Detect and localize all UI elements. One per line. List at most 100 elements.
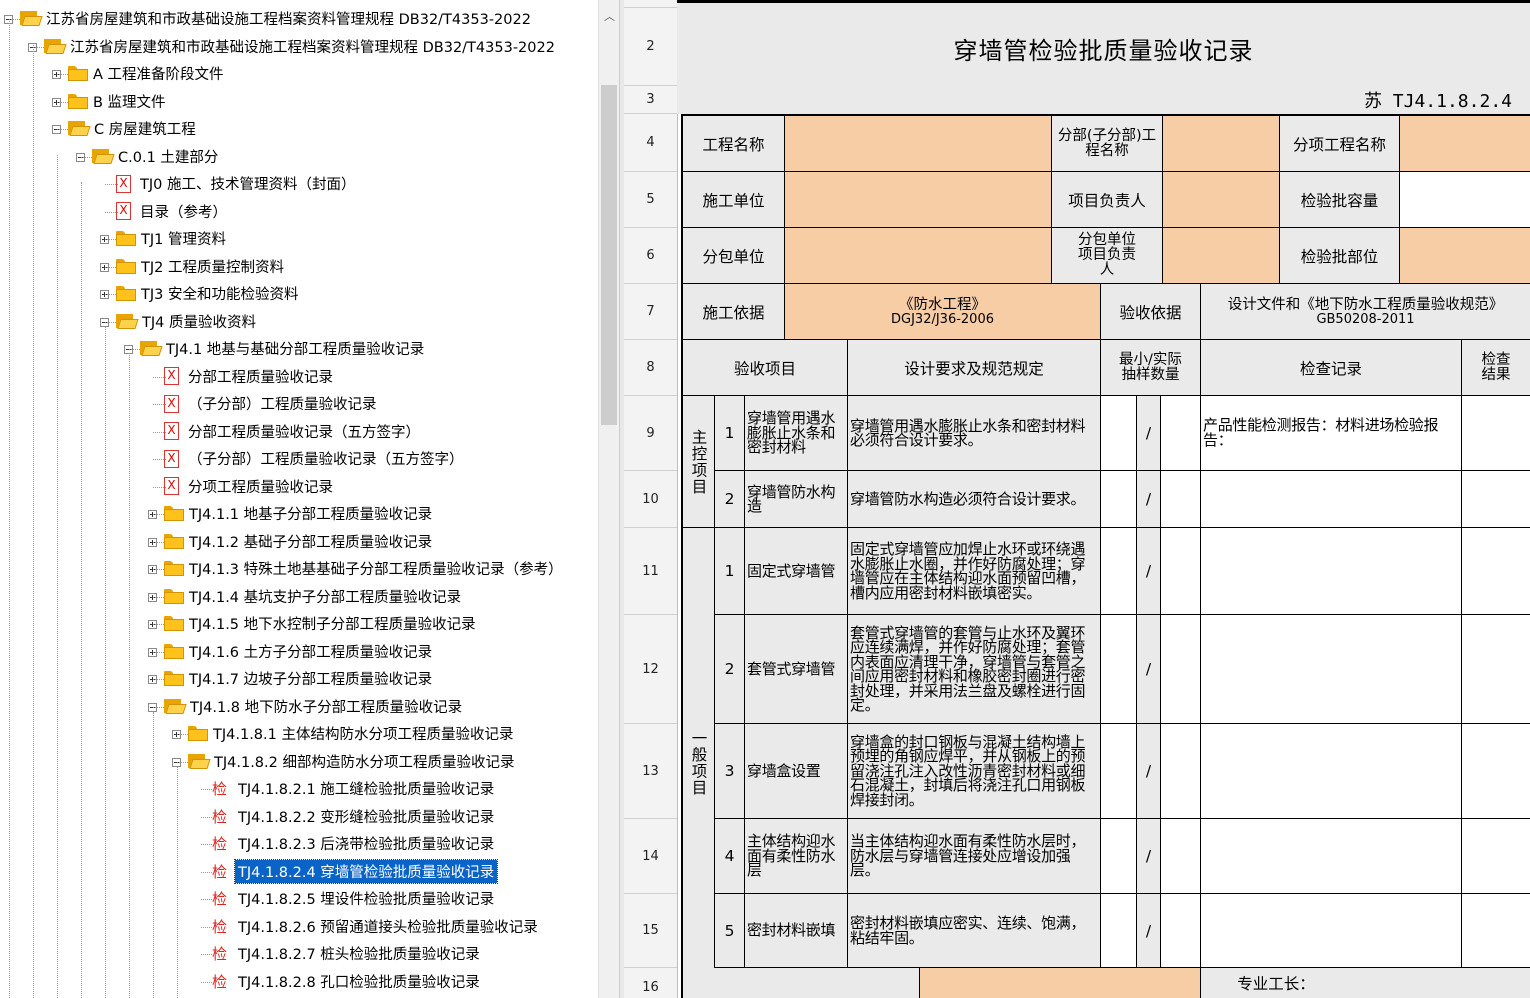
tree-node[interactable]: TJ4.1.8.2 细部构造防水分项工程质量验收记录 <box>188 748 517 775</box>
tree-node[interactable]: X 目录（参考） <box>116 198 230 225</box>
row-number[interactable]: 12 <box>624 615 677 724</box>
tree-node[interactable]: X （子分部）工程质量验收记录 <box>164 390 380 417</box>
tree-node[interactable]: 检 TJ4.1.8.2.2 变形缝检验批质量验收记录 <box>212 803 497 830</box>
row-number[interactable]: 11 <box>624 528 677 615</box>
field-check-record[interactable] <box>1201 894 1462 968</box>
field-actual-sample[interactable] <box>1161 615 1201 724</box>
row-number[interactable]: 16 <box>624 968 677 998</box>
tree-node[interactable]: TJ4.1 地基与基础分部工程质量验收记录 <box>140 335 427 362</box>
field-batch-location[interactable] <box>1400 228 1530 284</box>
tree-node[interactable]: 检 TJ4.1.8.2.8 孔口检验批质量验收记录 <box>212 968 483 995</box>
field-check-record[interactable] <box>1201 819 1462 894</box>
field-project-leader[interactable] <box>1163 172 1280 228</box>
field-min-sample[interactable] <box>1101 894 1137 968</box>
row-number[interactable]: 2 <box>624 8 677 86</box>
field-min-sample[interactable] <box>1101 396 1137 471</box>
tree-node[interactable]: 江苏省房屋建筑和市政基础设施工程档案资料管理规程 DB32/T4353-2022 <box>20 5 534 32</box>
field-check-record[interactable] <box>1201 471 1462 528</box>
field-construction-unit[interactable] <box>785 172 1052 228</box>
field-sub-division[interactable] <box>1163 116 1280 172</box>
field-check-result[interactable] <box>1462 615 1530 724</box>
field-min-sample[interactable] <box>1101 528 1137 615</box>
field-check-result[interactable] <box>1462 819 1530 894</box>
tree-node[interactable]: TJ4.1.8.1 主体结构防水分项工程质量验收记录 <box>188 720 516 747</box>
field-actual-sample[interactable] <box>1161 528 1201 615</box>
field-check-record[interactable] <box>1201 615 1462 724</box>
tree-node[interactable]: 检 TJ4.1.8.2.6 预留通道接头检验批质量验收记录 <box>212 913 541 940</box>
tree-node[interactable]: TJ4.1.7 边坡子分部工程质量验收记录 <box>164 665 435 692</box>
field-check-result[interactable] <box>1462 724 1530 819</box>
tree-node[interactable]: TJ4.1.2 基础子分部工程质量验收记录 <box>164 528 435 555</box>
field-check-result[interactable] <box>1462 894 1530 968</box>
field-actual-sample[interactable] <box>1161 819 1201 894</box>
field-check-result[interactable] <box>1462 528 1530 615</box>
scroll-up-icon[interactable]: ︿ <box>599 8 620 24</box>
tree-node[interactable]: TJ4.1.4 基坑支护子分部工程质量验收记录 <box>164 583 464 610</box>
field-check-result[interactable] <box>1462 396 1530 471</box>
row-number[interactable] <box>624 0 677 8</box>
tree-node[interactable]: TJ4.1.8 地下防水子分部工程质量验收记录 <box>164 693 465 720</box>
field-project-name[interactable] <box>785 116 1052 172</box>
tree-node[interactable]: X （子分部）工程质量验收记录（五方签字） <box>164 445 467 472</box>
row-number[interactable]: 8 <box>624 340 677 396</box>
tree-node[interactable]: TJ1 管理资料 <box>116 225 229 252</box>
field-actual-sample[interactable] <box>1161 396 1201 471</box>
tree-node[interactable]: X 分部工程质量验收记录 <box>164 363 336 390</box>
tree-node[interactable]: TJ4.1.3 特殊土地基基础子分部工程质量验收记录（参考） <box>164 555 566 582</box>
tree-node[interactable]: 江苏省房屋建筑和市政基础设施工程档案资料管理规程 DB32/T4353-2022 <box>44 33 558 60</box>
row-number[interactable]: 15 <box>624 894 677 968</box>
tree-node[interactable]: 检 TJ4.1.8.2.7 桩头检验批质量验收记录 <box>212 940 483 967</box>
row-number[interactable]: 4 <box>624 114 677 172</box>
field-actual-sample[interactable] <box>1161 471 1201 528</box>
tree-guide <box>129 355 130 998</box>
field-actual-sample[interactable] <box>1161 724 1201 819</box>
tree-node[interactable]: A 工程准备阶段文件 <box>68 60 227 87</box>
tree-node[interactable]: TJ2 工程质量控制资料 <box>116 253 287 280</box>
row-number[interactable]: 13 <box>624 724 677 819</box>
tree-node[interactable]: 检 TJ4.1.8.2.4 穿墙管检验批质量验收记录 <box>212 858 499 885</box>
tree-scrollbar[interactable]: ︿ <box>598 0 620 998</box>
field-check-record[interactable] <box>1201 528 1462 615</box>
field-subcontract-unit[interactable] <box>785 228 1052 284</box>
row-number[interactable]: 7 <box>624 284 677 340</box>
row-number[interactable]: 5 <box>624 172 677 228</box>
tree-node[interactable]: TJ4 质量验收资料 <box>116 308 259 335</box>
field-batch-capacity[interactable] <box>1400 172 1530 228</box>
field-sub-item-name[interactable] <box>1400 116 1530 172</box>
tree-node-label: C 房屋建筑工程 <box>94 122 196 138</box>
field-check-record[interactable]: 产品性能检测报告：材料进场检验报告： <box>1201 396 1462 471</box>
tree-node[interactable]: X 分项工程质量验收记录 <box>164 473 336 500</box>
tree-node[interactable]: TJ4.1.1 地基子分部工程质量验收记录 <box>164 500 435 527</box>
row-number[interactable]: 14 <box>624 819 677 894</box>
field-check-result[interactable] <box>1462 471 1530 528</box>
tree-node[interactable]: 检 TJ4.1.8.2.3 后浇带检验批质量验收记录 <box>212 830 497 857</box>
tree-node[interactable]: 检 TJ4.1.8.2.1 施工缝检验批质量验收记录 <box>212 775 497 802</box>
tree-node[interactable]: TJ3 安全和功能检验资料 <box>116 280 301 307</box>
tree-node-label: 江苏省房屋建筑和市政基础设施工程档案资料管理规程 DB32/T4353-2022 <box>46 12 531 28</box>
foreman-field[interactable] <box>1351 968 1530 998</box>
row-number[interactable]: 9 <box>624 396 677 471</box>
field-construction-basis[interactable]: 《防水工程》 DGJ32/J36-2006 <box>785 284 1101 340</box>
footer-field[interactable] <box>920 968 1201 998</box>
scroll-thumb[interactable] <box>601 85 617 425</box>
tree-node[interactable]: C 房屋建筑工程 <box>68 115 199 142</box>
field-min-sample[interactable] <box>1101 819 1137 894</box>
field-actual-sample[interactable] <box>1161 894 1201 968</box>
field-subcontract-leader[interactable] <box>1163 228 1280 284</box>
tree-node[interactable]: TJ4.1.5 地下水控制子分部工程质量验收记录 <box>164 610 479 637</box>
tree-node[interactable]: X TJ0 施工、技术管理资料（封面） <box>116 170 358 197</box>
field-min-sample[interactable] <box>1101 724 1137 819</box>
row-number[interactable]: 6 <box>624 228 677 284</box>
row-number[interactable]: 3 <box>624 86 677 114</box>
field-min-sample[interactable] <box>1101 471 1137 528</box>
tree-node[interactable]: TJ4.1.6 土方子分部工程质量验收记录 <box>164 638 435 665</box>
field-min-sample[interactable] <box>1101 615 1137 724</box>
tree-node[interactable]: B 监理文件 <box>68 88 169 115</box>
field-check-record[interactable] <box>1201 724 1462 819</box>
tree-node[interactable]: X 分部工程质量验收记录（五方签字） <box>164 418 423 445</box>
folder-icon <box>116 258 136 274</box>
row-number[interactable]: 10 <box>624 471 677 528</box>
tree-node[interactable]: C.0.1 土建部分 <box>92 143 221 170</box>
tree-node[interactable]: 检 TJ4.1.8.2.5 埋设件检验批质量验收记录 <box>212 885 497 912</box>
tree-connector <box>153 459 166 460</box>
